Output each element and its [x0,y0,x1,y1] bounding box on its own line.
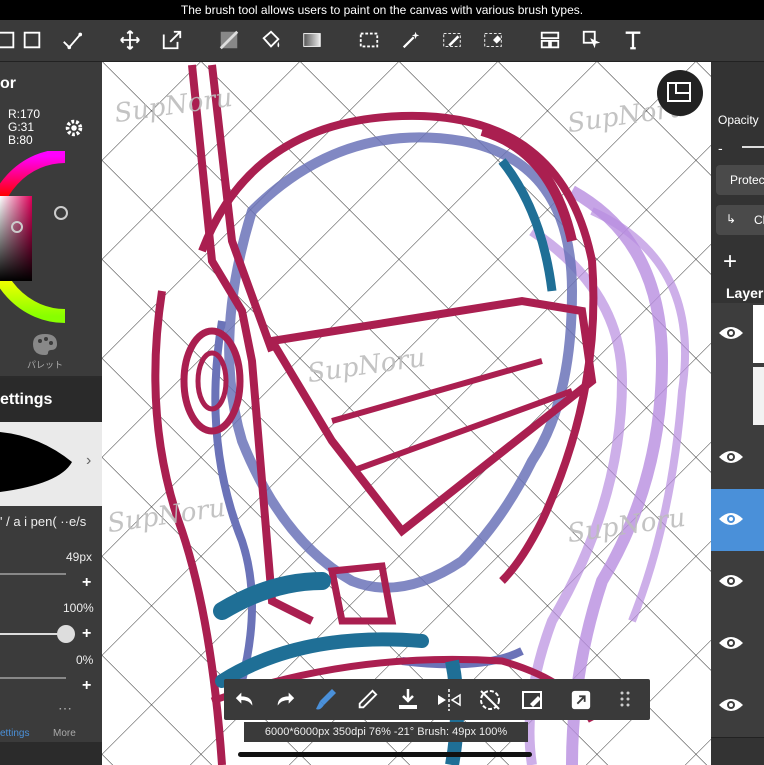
layer-thumbnail [753,367,764,425]
layer-row[interactable] [711,613,764,676]
color-panel-title: or [0,75,16,92]
magic-wand-icon[interactable] [397,26,425,54]
eye-icon[interactable] [717,571,745,591]
tab-settings[interactable]: ettings [0,728,29,739]
tab-more[interactable]: More [53,728,76,739]
layer-row[interactable] [711,303,764,366]
opacity-plus-button[interactable]: + [82,625,91,643]
eye-icon[interactable] [717,695,745,715]
eye-icon[interactable] [717,633,745,653]
frame-icon[interactable] [18,26,46,54]
flip-icon[interactable] [436,689,462,711]
select-pen-icon[interactable] [438,26,466,54]
blur-plus-button[interactable]: + [82,677,91,695]
text-icon[interactable] [619,26,647,54]
top-toolbar [0,20,764,62]
navigator-button[interactable] [657,70,703,116]
settings-gear-icon[interactable] [62,117,86,139]
brush-panel [0,506,102,742]
grid-dots-icon[interactable] [618,689,638,711]
palette-button[interactable]: パレット [25,332,65,371]
size-plus-button[interactable]: + [82,574,91,592]
undo-partial-icon[interactable] [0,26,20,54]
status-bar: 6000*6000px 350dpi 76% -21° Brush: 49px … [244,722,528,742]
brush-opacity-value: 100% [63,601,94,615]
eye-icon[interactable] [717,323,745,343]
brush-blur-slider[interactable] [0,677,66,679]
pointer-icon[interactable] [578,26,606,54]
layer-row[interactable] [711,427,764,490]
clipping-button[interactable]: ↳ Cl [716,205,764,235]
layer-row[interactable] [711,675,764,738]
protect-button[interactable]: Protec [716,165,764,195]
palette-icon [33,334,57,355]
eye-icon[interactable] [717,509,745,529]
opacity-minus-button[interactable]: - [718,140,723,156]
bucket-icon[interactable] [257,26,285,54]
clip-label: Cl [754,213,764,227]
eyedropper-icon[interactable] [356,689,378,711]
brush-settings-header: ettings [0,378,102,422]
brush-size-value: 49px [66,550,93,564]
layer-thumbnail [753,305,764,363]
color-panel: or R:170 G:31 B:80 パレット [0,61,102,376]
opacity-slider-knob[interactable] [57,625,75,643]
chevron-right-icon[interactable]: › [86,452,91,470]
caption-bar: The brush tool allows users to paint on … [0,0,764,20]
correction-icon[interactable] [58,26,86,54]
opacity-label: Opacity [718,113,759,127]
protect-label: Protec [730,173,764,187]
brush-preview: › [0,422,102,506]
undo-icon[interactable] [234,689,256,711]
palette-label: パレット [26,360,63,370]
transform-icon[interactable] [158,26,186,54]
brush-blur-value: 0% [76,653,94,667]
home-indicator [238,752,532,757]
select-icon[interactable] [355,26,383,54]
panel-icon[interactable] [536,26,564,54]
layer-row[interactable] [711,551,764,614]
layer-opacity-slider[interactable] [742,146,764,148]
save-icon[interactable] [396,687,420,711]
clip-arrow-icon: ↳ [726,212,737,226]
bottom-toolbar [224,679,650,720]
brush-name[interactable]: ' / a i pen( ··e/s [0,514,102,529]
layer-row-active[interactable] [711,489,764,552]
select-eraser-icon[interactable] [479,26,507,54]
add-layer-button[interactable]: + [723,248,737,276]
more-dots-icon[interactable]: ⋯ [58,700,72,717]
move-icon[interactable] [116,26,144,54]
layer-row[interactable] [711,365,764,428]
redo-icon[interactable] [274,689,296,711]
brush-icon[interactable] [314,687,338,713]
rotate-reset-icon[interactable] [478,688,502,712]
blue-value: B:80 [8,133,33,147]
eraser-icon[interactable] [520,688,544,712]
color-wheel[interactable] [0,151,80,331]
share-icon[interactable] [570,689,592,711]
eye-icon[interactable] [717,447,745,467]
brush-size-slider[interactable] [0,573,66,575]
rgb-readout: R:170 G:31 B:80 [8,108,40,147]
fill-square-icon[interactable] [215,26,243,54]
gradient-icon[interactable] [298,26,326,54]
layer-label: Layer [726,285,764,301]
